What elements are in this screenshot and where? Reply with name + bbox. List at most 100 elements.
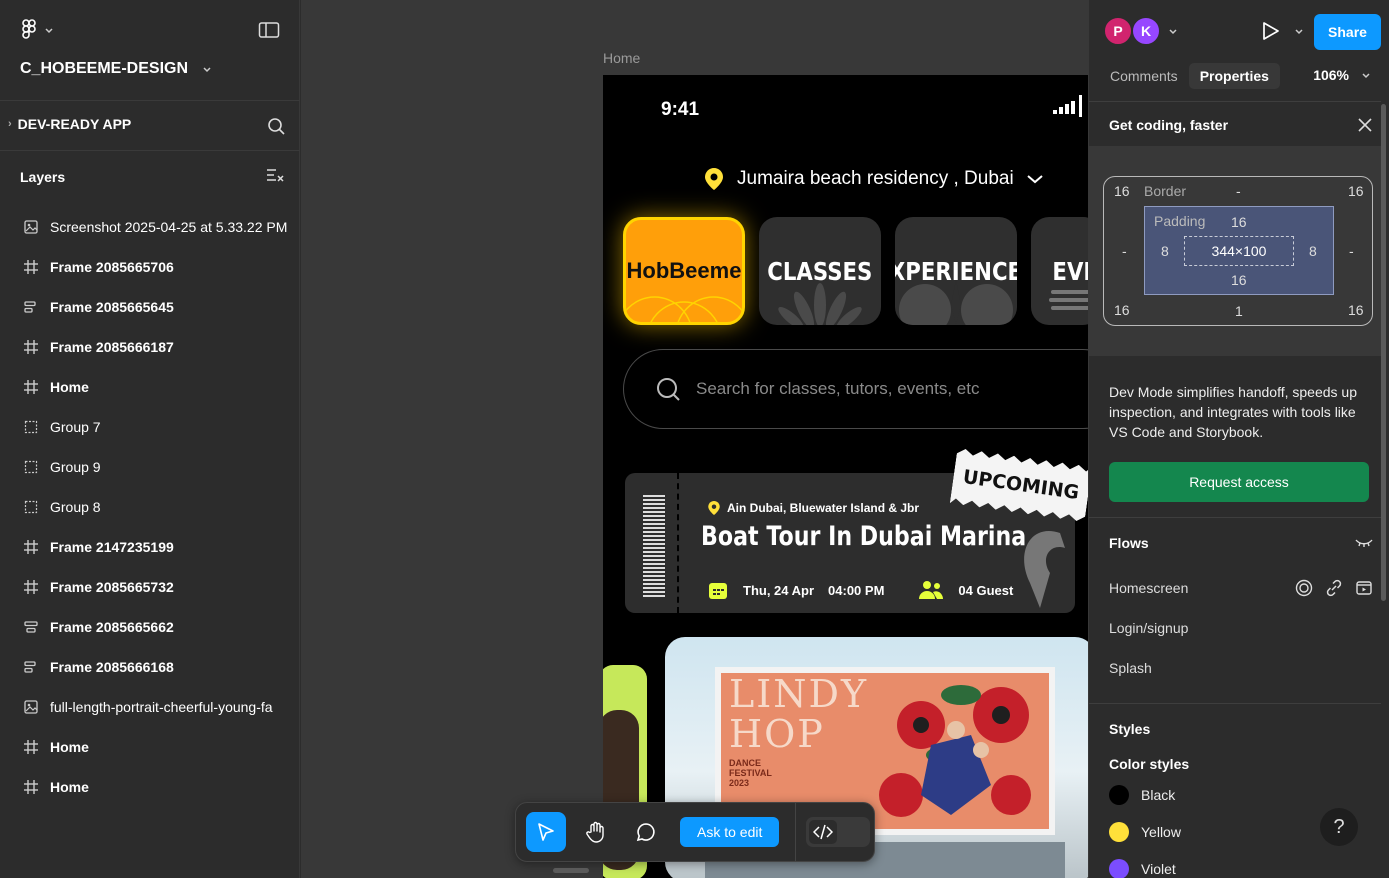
layer-name: Group 9 bbox=[50, 459, 101, 475]
sidebar-toggle-icon[interactable] bbox=[258, 20, 280, 45]
page-selector[interactable]: › DEV-READY APP bbox=[8, 116, 292, 135]
comment-tool-button[interactable] bbox=[626, 812, 666, 852]
poster-subtitle: DANCE FESTIVAL 2023 bbox=[729, 758, 772, 788]
zoom-value: 106% bbox=[1313, 67, 1349, 83]
file-name-button[interactable]: C_HOBEEME-DESIGN bbox=[20, 60, 212, 78]
layer-item[interactable]: Home bbox=[0, 727, 300, 767]
promo-header: Get coding, faster bbox=[1109, 117, 1373, 133]
category-classes[interactable]: CLASSES bbox=[759, 217, 881, 325]
frame-icon bbox=[22, 258, 40, 276]
zoom-control[interactable]: 106% bbox=[1313, 67, 1371, 83]
chevron-down-icon[interactable] bbox=[1293, 26, 1305, 36]
swirl-decoration-icon bbox=[1024, 531, 1065, 608]
flow-item-login-signup[interactable]: Login/signup bbox=[1109, 620, 1188, 636]
frame-label[interactable]: Home bbox=[603, 50, 640, 66]
radius-bottom-right: 16 bbox=[1348, 302, 1364, 318]
signal-icon bbox=[1053, 95, 1082, 117]
request-access-button[interactable]: Request access bbox=[1109, 462, 1369, 502]
flow-item-homescreen[interactable]: Homescreen bbox=[1109, 580, 1188, 596]
avatar[interactable]: P bbox=[1103, 16, 1133, 46]
tab-properties[interactable]: Properties bbox=[1188, 63, 1280, 89]
styles-title: Styles bbox=[1109, 721, 1151, 737]
file-name: C_HOBEEME-DESIGN bbox=[20, 60, 189, 77]
play-icon[interactable] bbox=[1259, 20, 1281, 42]
canvas[interactable]: Home 9:41 Jumaira beach residency , Duba… bbox=[301, 0, 1088, 878]
layer-name: Frame 2085665645 bbox=[50, 299, 174, 315]
color-style-black[interactable]: Black bbox=[1109, 785, 1175, 805]
comment-icon bbox=[636, 823, 655, 842]
target-icon[interactable] bbox=[1295, 579, 1313, 597]
search-icon bbox=[657, 378, 680, 401]
ask-to-edit-button[interactable]: Ask to edit bbox=[680, 817, 780, 847]
poster-title: LINDY HOP bbox=[729, 674, 868, 755]
autolayout-icon bbox=[22, 658, 40, 676]
share-button[interactable]: Share bbox=[1314, 14, 1381, 50]
ticket-time: 04:00 PM bbox=[828, 582, 885, 598]
link-icon[interactable] bbox=[1325, 579, 1343, 597]
scrollbar[interactable] bbox=[1381, 104, 1386, 601]
radius-top-right: 16 bbox=[1348, 183, 1364, 199]
layer-item[interactable]: Frame 2085665706 bbox=[0, 247, 300, 287]
color-style-violet[interactable]: Violet bbox=[1109, 859, 1176, 878]
figma-app: C_HOBEEME-DESIGN › DEV-READY APP Layers … bbox=[0, 0, 1389, 878]
layer-item[interactable]: Group 8 bbox=[0, 487, 300, 527]
layer-item[interactable]: Group 7 bbox=[0, 407, 300, 447]
home-frame[interactable]: 9:41 Jumaira beach residency , Dubai Hob… bbox=[603, 75, 1088, 878]
group-icon bbox=[22, 458, 40, 476]
image-icon bbox=[22, 698, 40, 716]
padding-top-value: 16 bbox=[1231, 214, 1247, 230]
layer-item[interactable]: full-length-portrait-cheerful-young-fa bbox=[0, 687, 300, 727]
padding-left-value: 8 bbox=[1161, 243, 1169, 259]
promo-title: Get coding, faster bbox=[1109, 117, 1229, 133]
close-icon[interactable] bbox=[1357, 117, 1373, 133]
layers-title: Layers bbox=[20, 168, 66, 185]
layers-header: Layers bbox=[20, 167, 284, 186]
frame-icon bbox=[22, 578, 40, 596]
layer-item[interactable]: Frame 2085665662 bbox=[0, 607, 300, 647]
layer-name: Frame 2085665706 bbox=[50, 259, 174, 275]
layer-name: Frame 2147235199 bbox=[50, 539, 174, 555]
divider bbox=[1089, 703, 1381, 704]
color-swatch bbox=[1109, 785, 1129, 805]
main-menu-button[interactable] bbox=[20, 18, 54, 42]
toolbar-divider bbox=[795, 802, 797, 862]
search-layers-icon[interactable] bbox=[266, 116, 286, 139]
search-bar[interactable]: Search for classes, tutors, events, etc bbox=[623, 349, 1088, 429]
move-tool-button[interactable] bbox=[526, 812, 566, 852]
layer-item[interactable]: Frame 2085665732 bbox=[0, 567, 300, 607]
dev-mode-toggle[interactable] bbox=[806, 817, 871, 847]
layer-item[interactable]: Frame 2085666187 bbox=[0, 327, 300, 367]
location-pin-icon bbox=[705, 168, 723, 190]
ticket-title: Boat Tour In Dubai Marina bbox=[701, 521, 1027, 552]
layer-item[interactable]: Frame 2085665645 bbox=[0, 287, 300, 327]
collapse-layers-icon[interactable] bbox=[266, 167, 284, 186]
avatar[interactable]: K bbox=[1131, 16, 1161, 46]
color-style-yellow[interactable]: Yellow bbox=[1109, 822, 1181, 842]
layer-item[interactable]: Home bbox=[0, 767, 300, 807]
chevron-right-icon: › bbox=[8, 118, 12, 130]
figma-logo-icon bbox=[22, 19, 36, 39]
autolayout-vertical-icon bbox=[22, 618, 40, 636]
layer-item[interactable]: Screenshot 2025-04-25 at 5.33.22 PM bbox=[0, 207, 300, 247]
category-events[interactable]: EVI bbox=[1031, 217, 1088, 325]
present-icon[interactable] bbox=[1355, 579, 1373, 597]
category-hobbeeme[interactable]: HobBeeme bbox=[623, 217, 745, 325]
bottom-toolbar: Ask to edit bbox=[515, 802, 875, 862]
border-right-value: - bbox=[1349, 243, 1354, 259]
layer-name: Home bbox=[50, 379, 89, 395]
layer-item[interactable]: Frame 2147235199 bbox=[0, 527, 300, 567]
flow-item-splash[interactable]: Splash bbox=[1109, 660, 1152, 676]
help-button[interactable]: ? bbox=[1320, 808, 1358, 846]
category-experiences[interactable]: EXPERIENCES bbox=[895, 217, 1017, 325]
hide-eye-icon[interactable] bbox=[1355, 535, 1373, 549]
layer-item[interactable]: Home bbox=[0, 367, 300, 407]
hand-tool-button[interactable] bbox=[576, 812, 616, 852]
location-selector[interactable]: Jumaira beach residency , Dubai bbox=[703, 167, 1044, 191]
chevron-down-icon[interactable] bbox=[1167, 26, 1179, 36]
tab-comments[interactable]: Comments bbox=[1099, 63, 1189, 89]
color-styles-title: Color styles bbox=[1109, 756, 1190, 772]
location-pin-icon bbox=[708, 501, 720, 515]
layer-item[interactable]: Frame 2085666168 bbox=[0, 647, 300, 687]
layer-item[interactable]: Group 9 bbox=[0, 447, 300, 487]
panel-tabs: Comments Properties 106% bbox=[1099, 62, 1379, 90]
